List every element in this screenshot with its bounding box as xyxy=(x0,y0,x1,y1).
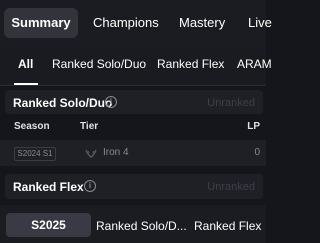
lp-value: 0 xyxy=(254,147,260,158)
laurel-icon xyxy=(85,149,97,158)
ranked-flex-card: Ranked Flex i Unranked xyxy=(5,174,263,199)
ranked-flex-title: Ranked Flex xyxy=(13,180,84,194)
ranked-solo-title: Ranked Solo/Duo xyxy=(13,96,113,110)
tier-value: Iron 4 xyxy=(103,147,129,158)
bottom-tab-ranked-flex[interactable]: Ranked Flex xyxy=(194,219,261,233)
ranked-solo-table-header: Season Tier LP xyxy=(0,114,266,140)
queue-tab-aram[interactable]: ARAM xyxy=(237,57,272,71)
ranked-solo-card: Ranked Solo/Duo i Unranked xyxy=(5,90,263,114)
season-tab-s2025[interactable]: S2025 xyxy=(6,213,91,237)
queue-tab-ranked-flex[interactable]: Ranked Flex xyxy=(157,57,224,71)
column-tier: Tier xyxy=(80,121,99,132)
column-lp: LP xyxy=(247,121,260,132)
table-row: S2024 S1 Iron 4 0 xyxy=(0,140,266,166)
ranked-flex-status: Unranked xyxy=(207,181,255,193)
tab-champions[interactable]: Champions xyxy=(93,8,159,38)
queue-tab-ranked-solo-duo[interactable]: Ranked Solo/Duo xyxy=(52,57,146,71)
active-tab-indicator xyxy=(14,83,38,85)
tab-mastery[interactable]: Mastery xyxy=(179,8,225,38)
top-tab-bar: Summary Champions Mastery Live xyxy=(0,0,272,46)
season-tab-bar: S2025 Ranked Solo/D... Ranked Flex xyxy=(0,205,266,243)
tab-live[interactable]: Live xyxy=(248,8,272,38)
info-icon[interactable]: i xyxy=(105,96,117,108)
ranked-solo-status: Unranked xyxy=(207,97,255,109)
queue-tab-bar: All Ranked Solo/Duo Ranked Flex ARAM xyxy=(0,46,272,86)
season-badge: S2024 S1 xyxy=(14,147,56,161)
queue-tab-all[interactable]: All xyxy=(18,57,33,71)
column-season: Season xyxy=(14,121,50,132)
bottom-tab-ranked-solo-duo[interactable]: Ranked Solo/D... xyxy=(96,219,187,233)
info-icon[interactable]: i xyxy=(84,180,96,192)
tab-summary[interactable]: Summary xyxy=(4,8,78,38)
